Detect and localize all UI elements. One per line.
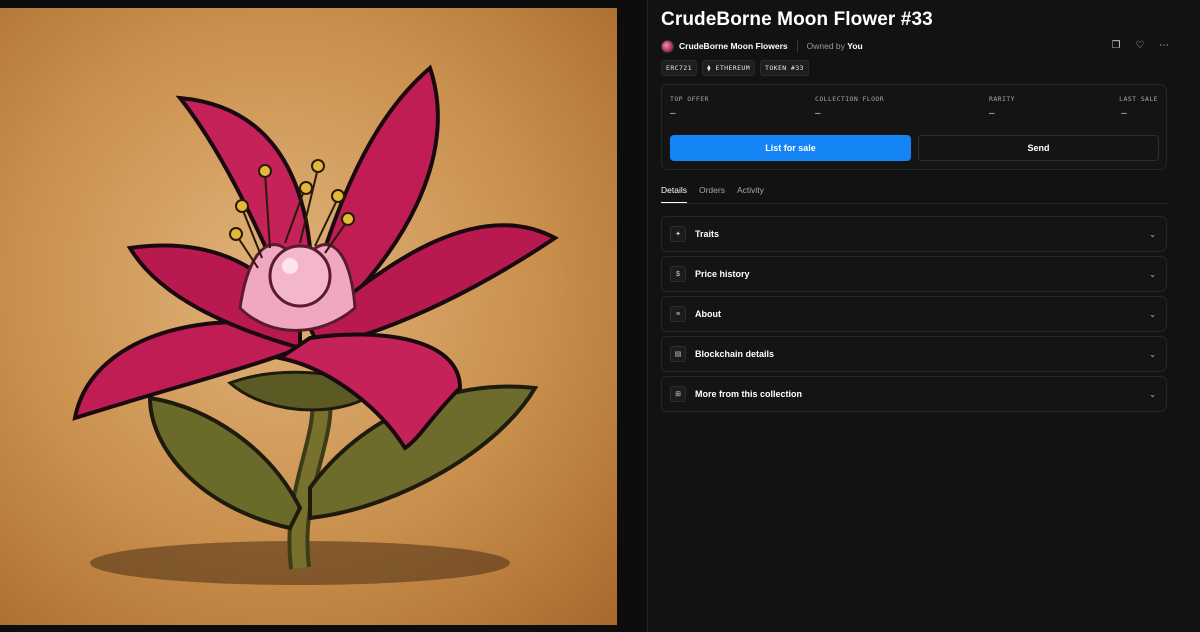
divider [796, 40, 798, 52]
table-icon: ▤ [670, 346, 686, 362]
chevron-down-icon: ⌄ [1149, 349, 1156, 359]
stat-label: RARITY [989, 95, 1015, 103]
chevron-down-icon: ⌄ [1149, 229, 1156, 239]
standard-chip: ERC721 [661, 60, 697, 76]
grid-icon: ⊞ [670, 386, 686, 402]
section-label: Traits [695, 229, 720, 239]
collection-avatar[interactable] [661, 39, 674, 53]
stat-top-offer: TOP OFFER – [670, 95, 709, 119]
stats-card: TOP OFFER – COLLECTION FLOOR – RARITY – … [661, 84, 1167, 170]
tab-details[interactable]: Details [661, 185, 687, 203]
token-chips: ERC721 ⧫ ETHEREUM TOKEN #33 [661, 60, 809, 76]
detail-tabs: Details Orders Activity [661, 185, 1167, 204]
section-label: Price history [695, 269, 750, 279]
section-about[interactable]: ≡ About ⌄ [661, 296, 1167, 332]
chevron-down-icon: ⌄ [1149, 269, 1156, 279]
heart-icon[interactable]: ♡ [1134, 39, 1146, 51]
stat-collection-floor: COLLECTION FLOOR – [815, 95, 884, 119]
stat-value: – [989, 108, 995, 119]
section-more-from-collection[interactable]: ⊞ More from this collection ⌄ [661, 376, 1167, 412]
tab-activity[interactable]: Activity [737, 185, 764, 203]
sparkle-icon: ✦ [670, 226, 686, 242]
tab-orders[interactable]: Orders [699, 185, 725, 203]
section-label: About [695, 309, 721, 319]
stat-label: COLLECTION FLOOR [815, 95, 885, 103]
dollar-icon: $ [670, 266, 686, 282]
send-button[interactable]: Send [918, 135, 1159, 161]
section-traits[interactable]: ✦ Traits ⌄ [661, 216, 1167, 252]
collection-link[interactable]: CrudeBorne Moon Flowers [679, 41, 788, 51]
owned-by-label: Owned by [806, 41, 845, 51]
stat-label: TOP OFFER [670, 95, 709, 103]
chevron-down-icon: ⌄ [1149, 309, 1156, 319]
stat-rarity: RARITY – [989, 95, 1015, 119]
token-id-chip: TOKEN #33 [760, 60, 809, 76]
nft-title: CrudeBorne Moon Flower #33 [661, 9, 933, 30]
section-blockchain-details[interactable]: ▤ Blockchain details ⌄ [661, 336, 1167, 372]
meta-row: CrudeBorne Moon Flowers Owned by You [661, 38, 863, 54]
stat-value: – [1121, 108, 1127, 119]
media-pane [0, 0, 648, 632]
text-edit-icon: ≡ [670, 306, 686, 322]
section-label: More from this collection [695, 389, 803, 399]
chain-chip: ⧫ ETHEREUM [701, 60, 756, 76]
section-label: Blockchain details [695, 349, 775, 359]
stat-value: – [815, 108, 821, 119]
owner-link[interactable]: You [847, 41, 862, 51]
action-icons: ❐ ♡ ⋯ [1110, 39, 1170, 51]
list-for-sale-button[interactable]: List for sale [670, 135, 911, 161]
stat-label: LAST SALE [1119, 95, 1158, 103]
owner-info: Owned by You [807, 41, 863, 51]
copy-icon[interactable]: ❐ [1110, 39, 1122, 51]
stat-value: – [670, 108, 676, 119]
chevron-down-icon: ⌄ [1149, 389, 1156, 399]
stat-last-sale: LAST SALE – [1119, 95, 1158, 119]
more-icon[interactable]: ⋯ [1158, 39, 1170, 51]
details-pane: CrudeBorne Moon Flower #33 CrudeBorne Mo… [648, 0, 1200, 632]
nft-artwork[interactable] [0, 8, 617, 625]
section-price-history[interactable]: $ Price history ⌄ [661, 256, 1167, 292]
